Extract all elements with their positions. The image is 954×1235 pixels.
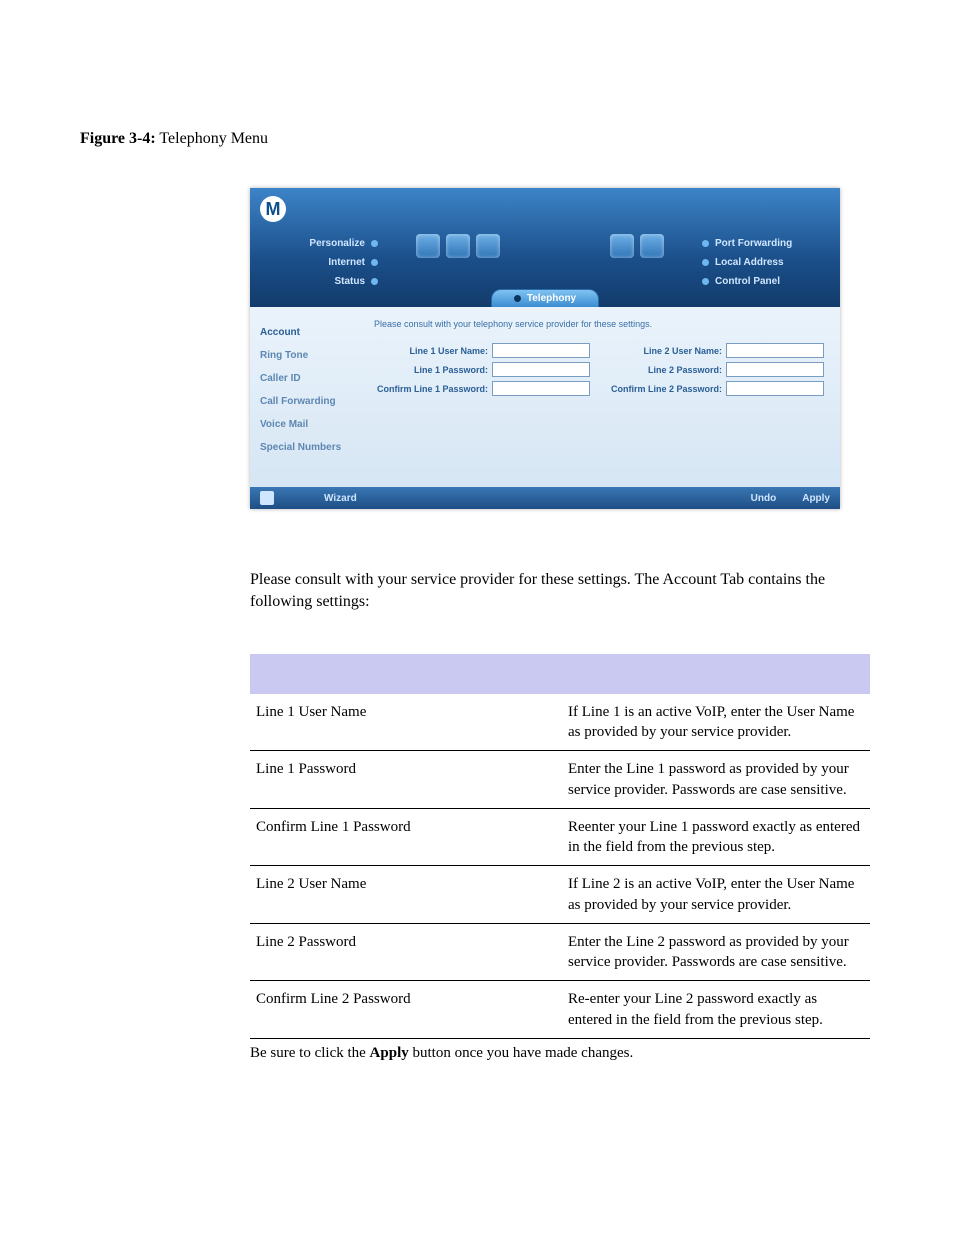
input-line1-password[interactable] bbox=[492, 362, 590, 377]
input-confirm-line2-password[interactable] bbox=[726, 381, 824, 396]
figure-caption: Figure 3-4: Telephony Menu bbox=[80, 130, 874, 148]
input-confirm-line1-password[interactable] bbox=[492, 381, 590, 396]
nav-local-address[interactable]: Local Address bbox=[702, 253, 830, 272]
bullet-icon bbox=[371, 259, 378, 266]
wizard-button[interactable]: Wizard bbox=[324, 493, 357, 504]
header-graphics bbox=[378, 228, 702, 268]
table-header bbox=[250, 654, 870, 694]
figure-title: Telephony Menu bbox=[156, 130, 268, 147]
form-hint: Please consult with your telephony servi… bbox=[374, 319, 824, 329]
sidebar-item-caller-id[interactable]: Caller ID bbox=[260, 367, 358, 390]
right-nav: Port Forwarding Local Address Control Pa… bbox=[702, 228, 830, 291]
sidebar-item-call-forwarding[interactable]: Call Forwarding bbox=[260, 390, 358, 413]
nav-personalize[interactable]: Personalize bbox=[260, 234, 378, 253]
motorola-logo-icon: M bbox=[260, 196, 286, 222]
gear-icon bbox=[640, 234, 664, 258]
figure-label: Figure 3-4: bbox=[80, 130, 156, 147]
telephony-screenshot: M Personalize Internet Status bbox=[250, 188, 840, 509]
label-line2-password: Line 2 Password: bbox=[648, 365, 722, 375]
globe-icon bbox=[416, 234, 440, 258]
bullet-icon bbox=[702, 259, 709, 266]
intro-paragraph: Please consult with your service provide… bbox=[250, 569, 870, 614]
sidebar-item-special-numbers[interactable]: Special Numbers bbox=[260, 436, 358, 459]
pc-icon bbox=[476, 234, 500, 258]
table-row: Line 1 PasswordEnter the Line 1 password… bbox=[250, 751, 870, 809]
closing-note: Be sure to click the Apply button once y… bbox=[250, 1045, 874, 1062]
tab-telephony[interactable]: Telephony bbox=[491, 289, 599, 307]
nav-port-forwarding[interactable]: Port Forwarding bbox=[702, 234, 830, 253]
table-row: Confirm Line 1 PasswordReenter your Line… bbox=[250, 808, 870, 866]
input-line2-username[interactable] bbox=[726, 343, 824, 358]
settings-table: Line 1 User NameIf Line 1 is an active V… bbox=[250, 654, 870, 1039]
sidebar: Account Ring Tone Caller ID Call Forward… bbox=[250, 307, 368, 487]
signal-icon bbox=[446, 234, 470, 258]
bullet-icon bbox=[514, 295, 521, 302]
label-line1-username: Line 1 User Name: bbox=[409, 346, 488, 356]
sidebar-item-ring-tone[interactable]: Ring Tone bbox=[260, 344, 358, 367]
monitor-icon bbox=[610, 234, 634, 258]
label-confirm-line1-password: Confirm Line 1 Password: bbox=[377, 384, 488, 394]
label-confirm-line2-password: Confirm Line 2 Password: bbox=[611, 384, 722, 394]
sidebar-item-account[interactable]: Account bbox=[260, 321, 358, 344]
wizard-icon[interactable] bbox=[260, 491, 274, 505]
table-row: Line 2 PasswordEnter the Line 2 password… bbox=[250, 923, 870, 981]
label-line1-password: Line 1 Password: bbox=[414, 365, 488, 375]
nav-status[interactable]: Status bbox=[260, 272, 378, 291]
bullet-icon bbox=[702, 278, 709, 285]
undo-button[interactable]: Undo bbox=[751, 493, 777, 504]
nav-control-panel[interactable]: Control Panel bbox=[702, 272, 830, 291]
label-line2-username: Line 2 User Name: bbox=[643, 346, 722, 356]
input-line1-username[interactable] bbox=[492, 343, 590, 358]
nav-internet[interactable]: Internet bbox=[260, 253, 378, 272]
sidebar-item-voice-mail[interactable]: Voice Mail bbox=[260, 413, 358, 436]
input-line2-password[interactable] bbox=[726, 362, 824, 377]
left-nav: Personalize Internet Status bbox=[260, 228, 378, 291]
bullet-icon bbox=[371, 240, 378, 247]
bullet-icon bbox=[702, 240, 709, 247]
apply-button[interactable]: Apply bbox=[802, 493, 830, 504]
table-row: Confirm Line 2 PasswordRe-enter your Lin… bbox=[250, 981, 870, 1039]
table-row: Line 2 User NameIf Line 2 is an active V… bbox=[250, 866, 870, 924]
bullet-icon bbox=[371, 278, 378, 285]
table-row: Line 1 User NameIf Line 1 is an active V… bbox=[250, 694, 870, 751]
